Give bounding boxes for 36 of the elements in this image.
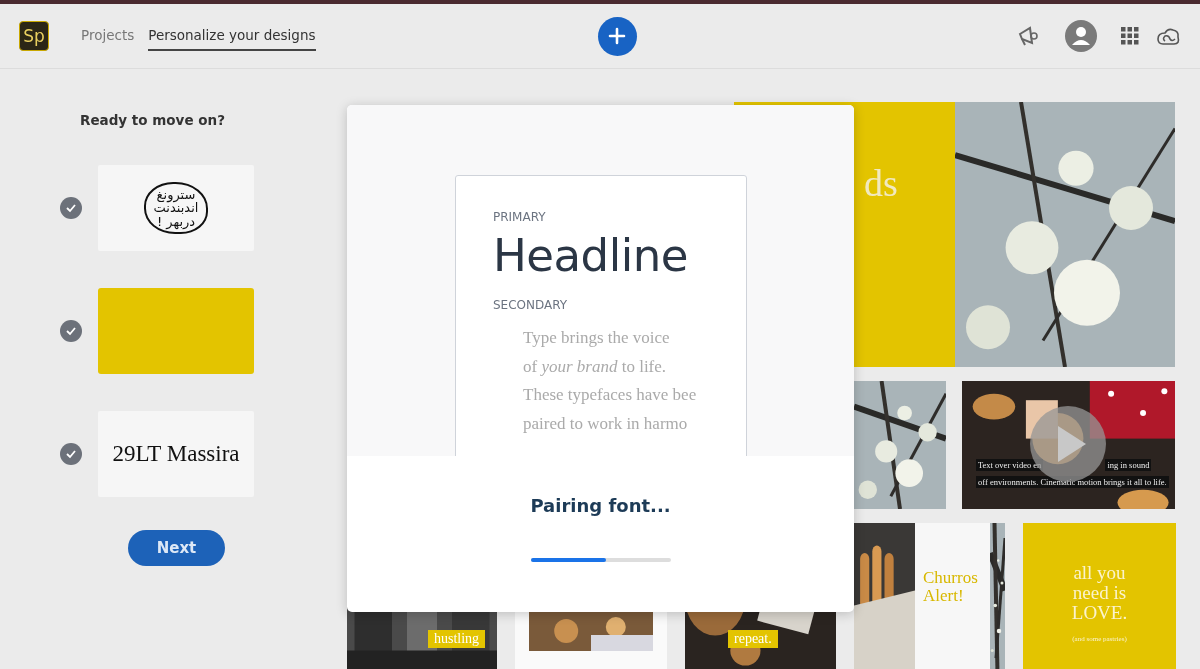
headline-sample: Headline [493, 229, 689, 282]
font-name: 29LT Massira [112, 441, 240, 467]
sticker-text: دربهر ! [156, 214, 196, 229]
color-swatch[interactable] [98, 288, 254, 374]
add-button[interactable] [597, 16, 637, 56]
nav-tab[interactable]: Projects [81, 21, 135, 51]
template-text: all you need is LOVE. [1070, 563, 1129, 623]
sticker-text: سترونغ [156, 187, 196, 202]
panel-title: Ready to move on? [80, 112, 226, 128]
font-role-label: SECONDARY [493, 298, 569, 312]
status-text: Pairing font... [530, 495, 671, 516]
body-sample-text: These typefaces have bee [523, 384, 698, 406]
check-icon[interactable] [60, 320, 82, 342]
avatar-icon[interactable] [1065, 20, 1097, 52]
template-card[interactable]: Text over video en ing in sound off environments. Cinematic motion brings it all to life. [962, 381, 1175, 509]
next-button[interactable]: Next [128, 530, 225, 566]
nav-tab[interactable]: Personalize your designs [148, 21, 316, 51]
plus-icon [608, 27, 627, 45]
body-sample-text: of your brand to life. [523, 355, 668, 378]
template-text: hustling [428, 630, 486, 648]
app-logo[interactable]: Sp [19, 21, 49, 51]
template-text: repeat. [728, 630, 778, 648]
option-card[interactable]: سترونغ اندبندنت دربهر ! [98, 165, 254, 251]
body-sample-text: Type brings the voice [523, 327, 671, 349]
check-icon[interactable] [60, 443, 82, 465]
caption-text: off environments. Cinematic motion brings it all to life. [976, 476, 1169, 488]
template-text: Churros Alert! [923, 569, 979, 605]
caption-text: ing in sound [1105, 459, 1152, 471]
check-icon[interactable] [60, 197, 82, 219]
template-text: ds [864, 164, 898, 202]
apps-grid-icon[interactable] [1121, 27, 1139, 45]
font-role-label: PRIMARY [493, 210, 547, 224]
body-sample-text: paired to work in harmo [523, 412, 689, 435]
megaphone-icon[interactable] [1017, 25, 1039, 47]
option-card[interactable]: 29LT Massira [98, 411, 254, 497]
sticker-text: اندبندنت [153, 201, 199, 215]
